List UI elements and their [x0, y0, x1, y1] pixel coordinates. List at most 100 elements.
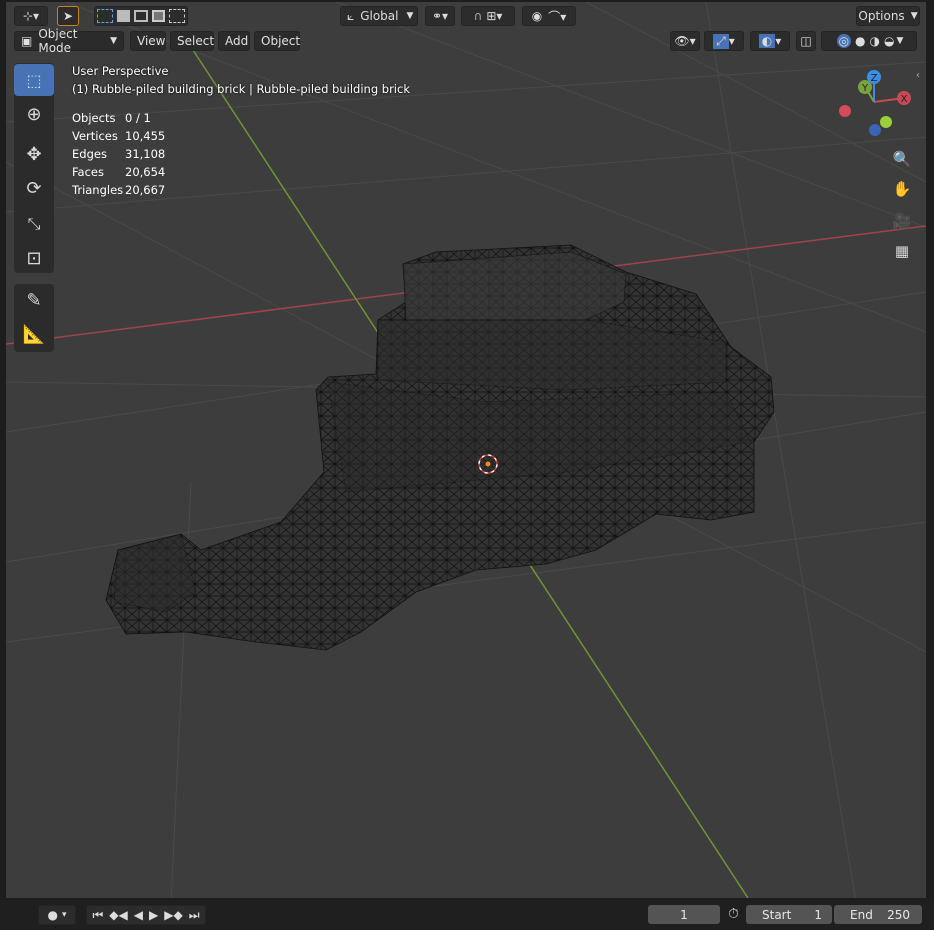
camera-view-button[interactable]: 🎥	[889, 208, 915, 234]
object-mode-icon: ▣	[21, 34, 33, 48]
playback-controls: ⏮ ◆◀ ◀ ▶ ▶◆ ⏭	[86, 905, 206, 925]
stat-faces-value: 20,654	[125, 165, 166, 179]
scale-icon: ⤡	[27, 214, 41, 233]
grid-icon: ▦	[894, 242, 910, 260]
ortho-toggle-button[interactable]: ▦	[889, 238, 915, 264]
viewport-header: ⊹▾ ➤ ⟀ Global ▼ ⚭▾ ∩ ⊞▾ ◉ ⌒▾ Options ▼ ▣…	[6, 2, 926, 55]
box-select-new-icon[interactable]	[97, 9, 113, 23]
menu-view-label: View	[137, 34, 166, 48]
play-icon[interactable]: ▶	[149, 908, 158, 922]
menu-object[interactable]: Object	[254, 31, 300, 51]
play-reverse-icon[interactable]: ◀	[134, 908, 143, 922]
chevron-down-icon: ▾	[61, 910, 67, 920]
xray-toggle[interactable]: ◫	[796, 31, 816, 51]
tool-transform[interactable]: ⊡	[14, 242, 54, 274]
stat-vertices-label: Vertices	[72, 129, 118, 143]
active-object-label: (1) Rubble-piled building brick | Rubble…	[72, 82, 410, 96]
record-dot-icon: ●	[47, 908, 58, 922]
menu-select[interactable]: Select	[170, 31, 214, 51]
gizmo-y-label: Y	[861, 83, 869, 94]
chevron-down-icon[interactable]: ▼	[897, 36, 904, 46]
jump-start-icon[interactable]: ⏮	[92, 908, 103, 923]
tool-measure[interactable]: 📐	[14, 318, 54, 350]
tool-select-box[interactable]: ⬚	[14, 64, 54, 96]
overlays-icon: ◐	[758, 34, 776, 48]
falloff-curve-icon: ⌒▾	[548, 9, 567, 24]
tool-rotate[interactable]: ⟳	[14, 172, 54, 204]
proportional-edit-icon: ◉	[531, 9, 543, 23]
next-keyframe-icon[interactable]: ▶◆	[164, 908, 182, 922]
visibility-dropdown[interactable]: 👁▾	[670, 31, 700, 51]
camera-icon: 🎥	[892, 212, 912, 230]
end-label: End	[850, 907, 873, 922]
box-select-intersect-icon[interactable]	[169, 9, 185, 23]
mode-label: Object Mode	[38, 27, 78, 55]
menu-add-label: Add	[225, 34, 249, 48]
select-box-icon: ⬚	[26, 70, 42, 90]
jump-end-icon[interactable]: ⏭	[189, 908, 200, 923]
current-frame-field[interactable]: 1	[648, 905, 720, 924]
annotate-pencil-icon: ✎	[26, 289, 42, 311]
rendered-shading-icon[interactable]: ◒	[884, 34, 894, 48]
current-frame-value: 1	[680, 907, 688, 922]
neg-z-axis-handle	[869, 124, 881, 136]
stat-faces-label: Faces	[72, 165, 104, 179]
editor-type-button[interactable]: ⊹▾	[14, 6, 48, 26]
start-frame-field[interactable]: Start 1	[746, 905, 832, 924]
tool-annotate[interactable]: ✎	[14, 284, 54, 316]
snapping-group[interactable]: ∩ ⊞▾	[461, 6, 515, 26]
wireframe-shading-icon[interactable]: ◎	[836, 34, 852, 48]
pivot-point-dropdown[interactable]: ⚭▾	[425, 6, 455, 26]
cursor-arrow-icon: ➤	[62, 9, 74, 23]
stat-edges-value: 31,108	[125, 147, 166, 161]
pivot-icon: ⚭▾	[431, 9, 449, 23]
move-icon: ✥	[26, 143, 42, 165]
menu-add[interactable]: Add	[218, 31, 250, 51]
neg-x-axis-handle	[839, 105, 851, 117]
gizmo-icon: ⤢	[713, 33, 729, 49]
gizmo-toggle[interactable]: ⤢ ▾	[704, 31, 744, 51]
box-select-extend-icon[interactable]	[116, 10, 131, 22]
neg-y-axis-handle	[880, 116, 892, 128]
stat-triangles-value: 20,667	[125, 183, 166, 197]
chevron-down-icon: ▼	[406, 11, 414, 21]
proportional-editing-group[interactable]: ◉ ⌒▾	[522, 6, 576, 26]
pan-view-button[interactable]: ✋	[889, 176, 915, 202]
options-label: Options	[858, 9, 905, 23]
stopwatch-icon[interactable]: ⏱	[728, 906, 739, 922]
tool-cursor[interactable]: ⊕	[14, 98, 54, 130]
keying-dropdown[interactable]: ● ▾	[38, 905, 76, 925]
stat-triangles-label: Triangles	[72, 183, 124, 197]
transform-orientation-dropdown[interactable]: ⟀ Global ▼	[340, 6, 418, 26]
tool-scale[interactable]: ⤡	[14, 208, 54, 240]
solid-shading-icon[interactable]: ●	[855, 34, 865, 48]
tool-move[interactable]: ✥	[14, 138, 54, 170]
gizmo-x-label: X	[901, 94, 908, 105]
rubble-brick-mesh	[105, 244, 775, 651]
selection-mode-group	[94, 6, 188, 26]
measure-ruler-icon: 📐	[22, 323, 46, 345]
box-select-subtract-icon[interactable]	[134, 10, 148, 22]
shading-mode-group: ◎ ● ◑ ◒ ▼	[821, 31, 917, 51]
overlays-toggle[interactable]: ◐ ▾	[750, 31, 790, 51]
material-shading-icon[interactable]: ◑	[870, 34, 880, 48]
zoom-view-button[interactable]: 🔍	[889, 146, 915, 172]
prev-keyframe-icon[interactable]: ◆◀	[109, 908, 127, 922]
hand-icon: ✋	[892, 180, 912, 198]
options-dropdown[interactable]: Options ▼	[856, 6, 920, 26]
navigation-gizmo[interactable]: X Y Z	[836, 66, 916, 142]
stat-objects-label: Objects	[72, 111, 116, 125]
end-frame-field[interactable]: End 250	[834, 905, 922, 924]
box-select-invert-icon[interactable]	[151, 10, 166, 22]
stat-objects-value: 0 / 1	[125, 111, 151, 125]
object-mode-dropdown[interactable]: ▣ Object Mode ▼	[14, 27, 124, 55]
axes-icon: ⊹▾	[22, 9, 40, 23]
menu-object-label: Object	[261, 34, 301, 48]
zoom-magnifier-icon: 🔍	[892, 150, 912, 168]
gizmo-z-label: Z	[871, 73, 878, 84]
menu-view[interactable]: View	[130, 31, 166, 51]
rotate-icon: ⟳	[26, 177, 42, 199]
magnet-icon: ∩	[473, 9, 483, 23]
collapse-sidebar-icon[interactable]: ‹	[916, 70, 920, 81]
select-tool-button[interactable]: ➤	[57, 6, 79, 26]
